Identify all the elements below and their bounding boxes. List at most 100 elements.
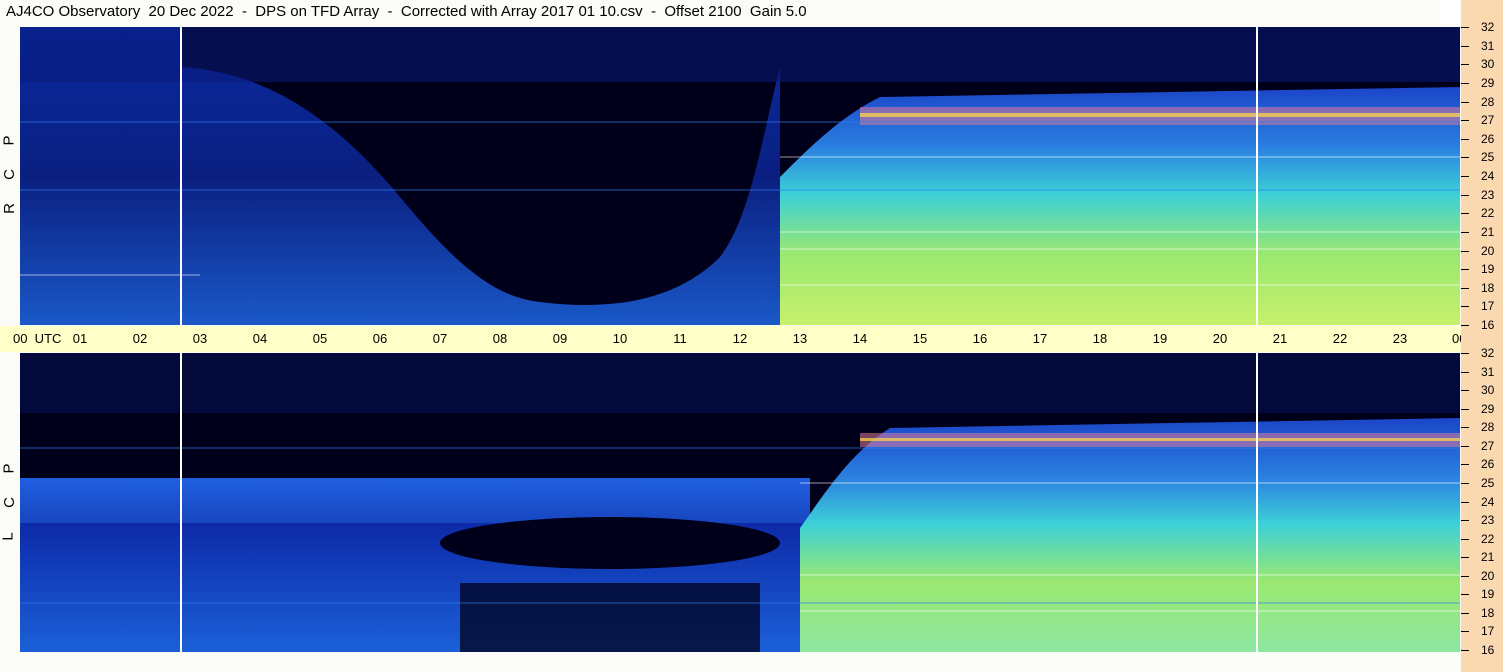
marker-line xyxy=(1256,353,1258,652)
frequency-tick-label: 29 xyxy=(1481,75,1495,90)
time-tick-label: 21 xyxy=(1272,331,1288,346)
frequency-tick-mark xyxy=(1461,650,1469,651)
frequency-tick-label: 28 xyxy=(1481,94,1495,109)
frequency-tick-mark xyxy=(1461,538,1469,540)
time-tick-label: 22 xyxy=(1332,331,1348,346)
frequency-tick-label: 32 xyxy=(1481,346,1495,360)
frequency-tick-label: 16 xyxy=(1481,318,1495,332)
frequency-tick-label: 28 xyxy=(1481,420,1495,435)
frequency-tick-label: 31 xyxy=(1481,364,1495,379)
frequency-tick-mark xyxy=(1461,464,1469,466)
time-tick-label: 01 xyxy=(72,331,88,346)
frequency-tick-label: 29 xyxy=(1481,401,1495,416)
time-tick-label: 05 xyxy=(312,331,328,346)
frequency-tick-mark xyxy=(1461,45,1469,47)
frequency-tick-mark xyxy=(1461,101,1469,103)
frequency-tick-label: 19 xyxy=(1481,262,1495,277)
polarization-letter: P xyxy=(0,135,18,146)
time-tick-label: 17 xyxy=(1032,331,1048,346)
frequency-tick-mark xyxy=(1461,390,1469,392)
frequency-tick-label: 21 xyxy=(1481,224,1495,239)
frequency-tick-mark xyxy=(1461,371,1469,373)
time-tick-label: 04 xyxy=(252,331,268,346)
frequency-tick-label: 27 xyxy=(1481,113,1495,128)
spectrogram-rcp xyxy=(20,27,1460,325)
time-tick-label: 07 xyxy=(432,331,448,346)
frequency-tick-label: 20 xyxy=(1481,243,1495,258)
time-tick-label: 09 xyxy=(552,331,568,346)
frequency-tick-label: 18 xyxy=(1481,605,1495,620)
frequency-tick-mark xyxy=(1461,427,1469,429)
marker-line xyxy=(1256,27,1258,325)
frequency-tick-mark xyxy=(1461,325,1469,326)
polarization-letter: C xyxy=(0,497,18,508)
time-tick-label: 00 UTC xyxy=(13,331,62,346)
frequency-tick-mark xyxy=(1461,250,1469,252)
time-tick-label: 20 xyxy=(1212,331,1228,346)
frequency-tick-mark xyxy=(1461,631,1469,633)
frequency-tick-mark xyxy=(1461,213,1469,215)
frequency-tick-label: 18 xyxy=(1481,280,1495,295)
frequency-tick-mark xyxy=(1461,176,1469,177)
frequency-tick-label: 20 xyxy=(1481,568,1495,583)
frequency-tick-label: 17 xyxy=(1481,299,1495,314)
frequency-tick-mark xyxy=(1461,27,1469,28)
frequency-tick-mark xyxy=(1461,306,1469,308)
time-tick-label: 19 xyxy=(1152,331,1168,346)
time-tick-label: 11 xyxy=(673,331,687,346)
frequency-tick-mark xyxy=(1461,445,1469,447)
time-tick-label: 15 xyxy=(912,331,928,346)
frequency-tick-mark xyxy=(1461,520,1469,522)
frequency-tick-label: 26 xyxy=(1481,457,1495,472)
frequency-tick-mark xyxy=(1461,82,1469,84)
frequency-tick-mark xyxy=(1461,64,1469,66)
frequency-tick-mark xyxy=(1461,353,1469,354)
frequency-tick-label: 30 xyxy=(1481,57,1495,72)
polarization-letter: R xyxy=(0,203,18,214)
frequency-tick-mark xyxy=(1461,575,1469,577)
frequency-tick-label: 16 xyxy=(1481,643,1495,657)
frequency-tick-mark xyxy=(1461,287,1469,289)
frequency-tick-label: 31 xyxy=(1481,38,1495,53)
frequency-tick-label: 32 xyxy=(1481,20,1495,34)
frequency-tick-mark xyxy=(1461,501,1469,503)
frequency-tick-label: 23 xyxy=(1481,513,1495,528)
frequency-tick-mark xyxy=(1461,194,1469,196)
frequency-tick-label: 27 xyxy=(1481,438,1495,453)
title-strip xyxy=(1440,0,1460,24)
frequency-tick-mark xyxy=(1461,138,1469,140)
time-tick-label: 16 xyxy=(972,331,988,346)
time-tick-label: 10 xyxy=(612,331,628,346)
frequency-tick-label: 26 xyxy=(1481,131,1495,146)
frequency-tick-mark xyxy=(1461,557,1469,559)
window-title: AJ4CO Observatory 20 Dec 2022 - DPS on T… xyxy=(6,3,807,20)
time-axis-bar xyxy=(0,326,1461,352)
frequency-tick-label: 22 xyxy=(1481,531,1495,546)
frequency-tick-mark xyxy=(1461,157,1469,159)
frequency-tick-mark xyxy=(1461,408,1469,410)
frequency-tick-label: 19 xyxy=(1481,587,1495,602)
frequency-tick-label: 23 xyxy=(1481,187,1495,202)
frequency-tick-mark xyxy=(1461,231,1469,233)
polarization-letter: C xyxy=(0,169,18,180)
polarization-letter: L xyxy=(0,532,17,541)
spectrogram-lcp xyxy=(20,353,1460,652)
frequency-tick-mark xyxy=(1461,269,1469,271)
frequency-tick-mark xyxy=(1461,612,1469,614)
frequency-tick-label: 30 xyxy=(1481,383,1495,398)
frequency-tick-label: 17 xyxy=(1481,624,1495,639)
marker-line xyxy=(180,27,182,325)
time-tick-label: 02 xyxy=(132,331,148,346)
time-tick-label: 12 xyxy=(732,331,748,346)
time-tick-label: 18 xyxy=(1092,331,1108,346)
time-tick-label: 13 xyxy=(792,331,808,346)
frequency-tick-mark xyxy=(1461,482,1469,484)
frequency-tick-label: 21 xyxy=(1481,550,1495,565)
frequency-tick-label: 25 xyxy=(1481,475,1495,490)
frequency-tick-mark xyxy=(1461,120,1469,122)
frequency-tick-label: 24 xyxy=(1481,494,1495,509)
frequency-tick-label: 25 xyxy=(1481,150,1495,165)
frequency-tick-label: 24 xyxy=(1481,169,1495,183)
time-tick-label: 08 xyxy=(492,331,508,346)
polarization-letter: P xyxy=(0,463,18,474)
